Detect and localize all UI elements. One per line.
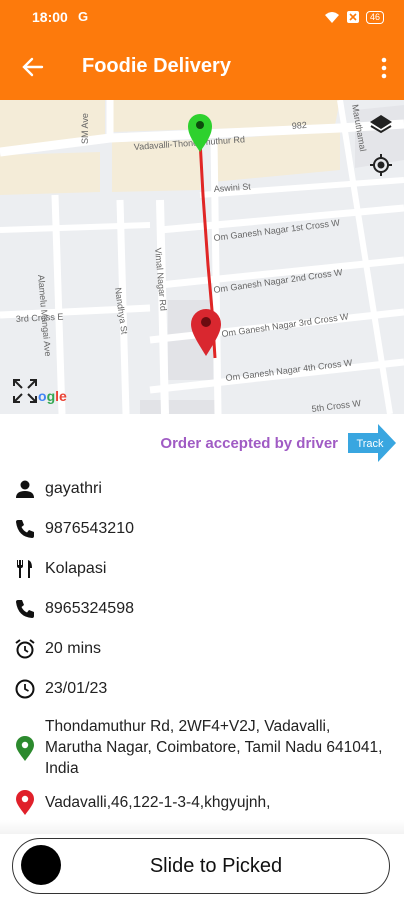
track-label: Track bbox=[356, 438, 384, 450]
fullscreen-icon[interactable] bbox=[10, 376, 40, 406]
restaurant-phone-row[interactable]: 8965324598 bbox=[0, 596, 404, 624]
eta-row: 20 mins bbox=[0, 636, 404, 664]
map-canvas: Vadavalli-Thondamuthur Rd 982 Aswini St … bbox=[0, 100, 404, 414]
status-sim: G bbox=[78, 9, 89, 24]
status-bar: 18:00 G 46 bbox=[0, 0, 404, 36]
clock-icon bbox=[15, 679, 35, 699]
my-location-icon[interactable] bbox=[366, 150, 396, 180]
alarm-icon bbox=[15, 639, 35, 659]
google-logo: ogle bbox=[38, 388, 67, 404]
order-date: 23/01/23 bbox=[45, 680, 108, 697]
drop-location-icon bbox=[16, 790, 34, 815]
order-status-text: Order accepted by driver bbox=[160, 435, 338, 452]
sim-x-icon bbox=[346, 11, 359, 23]
pickup-location-icon bbox=[16, 736, 34, 761]
phone-icon bbox=[16, 600, 34, 618]
street-label: 982 bbox=[291, 120, 307, 131]
drop-address: Vadavalli,46,122-1-3-4,khgyujnh, bbox=[45, 794, 271, 811]
phone-icon bbox=[16, 520, 34, 538]
street-label: SM Ave bbox=[80, 113, 90, 144]
date-row: 23/01/23 bbox=[0, 676, 404, 704]
customer-phone-row[interactable]: 9876543210 bbox=[0, 516, 404, 544]
delivery-eta: 20 mins bbox=[45, 640, 102, 657]
person-icon bbox=[16, 480, 34, 498]
layers-icon[interactable] bbox=[366, 110, 396, 140]
restaurant-icon bbox=[17, 560, 32, 578]
battery-icon: 46 bbox=[365, 10, 384, 24]
restaurant-name: Kolapasi bbox=[45, 560, 107, 577]
status-time: 18:00 bbox=[32, 9, 68, 25]
slide-to-picked[interactable]: Slide to Picked bbox=[12, 838, 390, 894]
customer-phone: 9876543210 bbox=[45, 520, 134, 537]
arrow-back-icon[interactable] bbox=[20, 54, 46, 80]
divider bbox=[0, 820, 404, 834]
status-icons: 46 bbox=[324, 10, 384, 24]
restaurant-row: Kolapasi bbox=[0, 556, 404, 584]
wifi-icon bbox=[324, 12, 339, 23]
customer-name: gayathri bbox=[45, 480, 102, 497]
app-bar: Foodie Delivery bbox=[0, 36, 404, 100]
customer-name-row: gayathri bbox=[0, 476, 404, 504]
pickup-address: Thondamuthur Rd, 2WF4+V2J, Vadavalli, Ma… bbox=[45, 718, 383, 777]
track-button[interactable]: Track bbox=[348, 424, 396, 462]
slider-label: Slide to Picked bbox=[149, 855, 283, 877]
map-view[interactable]: Vadavalli-Thondamuthur Rd 982 Aswini St … bbox=[0, 100, 404, 414]
page-title: Foodie Delivery bbox=[82, 55, 231, 77]
restaurant-phone: 8965324598 bbox=[45, 600, 134, 617]
more-vert-icon[interactable] bbox=[380, 56, 388, 80]
